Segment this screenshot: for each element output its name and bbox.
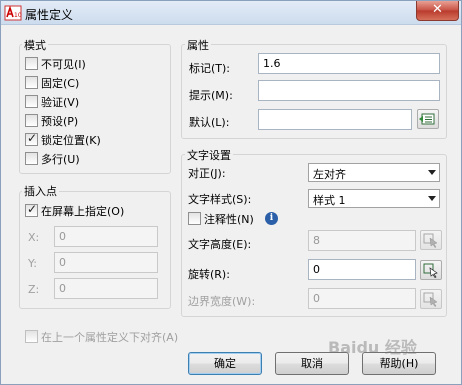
pick-cursor-icon	[423, 233, 438, 248]
specify-on-screen-option[interactable]: 在屏幕上指定(O)	[25, 202, 125, 218]
tag-field[interactable]: 1.6	[258, 53, 440, 74]
annotative-label: 注释性(N)	[204, 212, 254, 226]
annotative-checkbox[interactable]	[188, 212, 201, 225]
boundary-width-label: 边界宽度(W):	[188, 295, 256, 308]
specify-on-screen-label: 在屏幕上指定(O)	[41, 204, 125, 218]
rotation-field[interactable]: 0	[308, 259, 416, 280]
lock-position-label: 锁定位置(K)	[41, 133, 101, 147]
lock-position-option[interactable]: 锁定位置(K)	[25, 131, 101, 147]
justify-value: 左对齐	[313, 168, 346, 181]
verify-option[interactable]: 验证(V)	[25, 94, 79, 109]
z-field[interactable]: 0	[54, 278, 158, 299]
justify-chevron-down-icon	[428, 170, 436, 175]
invisible-option[interactable]: 不可见(I)	[25, 56, 86, 71]
text-height-label: 文字高度(E):	[188, 238, 252, 251]
y-label: Y:	[28, 257, 37, 270]
z-label: Z:	[28, 283, 40, 296]
lock-position-checkbox[interactable]	[25, 131, 38, 146]
svg-text:10: 10	[14, 12, 22, 19]
constant-option[interactable]: 固定(C)	[25, 75, 79, 90]
pick-height-button[interactable]	[420, 230, 442, 250]
default-field[interactable]	[258, 109, 412, 130]
text-style-label: 文字样式(S):	[188, 193, 252, 206]
specify-on-screen-checkbox[interactable]	[25, 202, 38, 217]
multiline-label: 多行(U)	[41, 152, 80, 166]
pick-boundary-button[interactable]	[420, 289, 442, 309]
watermark: Baidu 经验	[328, 338, 417, 357]
multiline-checkbox[interactable]	[25, 152, 38, 165]
multiline-option[interactable]: 多行(U)	[25, 151, 80, 166]
prompt-label: 提示(M):	[189, 89, 233, 102]
pick-cursor-icon	[423, 292, 438, 307]
boundary-width-field[interactable]: 0	[308, 288, 416, 309]
text-style-chevron-down-icon	[428, 196, 436, 201]
align-below-label: 在上一个属性定义下对齐(A)	[41, 330, 179, 344]
rotation-label: 旋转(R):	[188, 268, 230, 281]
default-label: 默认(L):	[189, 116, 230, 129]
pick-cursor-icon	[423, 263, 438, 278]
preset-label: 预设(P)	[41, 114, 79, 128]
tag-label: 标记(T):	[189, 62, 231, 75]
invisible-checkbox[interactable]	[25, 57, 38, 70]
verify-checkbox[interactable]	[25, 95, 38, 108]
annotative-option[interactable]: 注释性(N)	[188, 211, 254, 226]
attribute-group-title: 属性	[185, 37, 211, 53]
info-icon[interactable]: i	[265, 212, 278, 225]
constant-label: 固定(C)	[41, 76, 80, 90]
insertion-point-group-title: 插入点	[22, 183, 59, 199]
ok-button[interactable]: 确定	[188, 352, 262, 375]
preset-option[interactable]: 预设(P)	[25, 113, 78, 128]
close-button[interactable]: ✕	[416, 1, 459, 21]
prompt-field[interactable]	[258, 80, 440, 101]
text-style-select[interactable]: 样式 1	[308, 189, 440, 208]
mode-group-title: 模式	[22, 37, 48, 53]
x-label: X:	[28, 231, 40, 244]
window-title: 属性定义	[25, 8, 74, 22]
constant-checkbox[interactable]	[25, 76, 38, 89]
attribute-definition-dialog: 10 属性定义 ✕ 模式 不可见(I) 固定(C) 验证(V) 预设(P) 锁定…	[0, 0, 462, 385]
y-field[interactable]: 0	[54, 252, 158, 273]
text-style-value: 样式 1	[313, 194, 346, 207]
justify-label: 对正(J):	[188, 167, 226, 180]
insert-field-icon	[419, 113, 435, 125]
x-field[interactable]: 0	[54, 226, 158, 247]
align-below-checkbox[interactable]	[25, 330, 38, 343]
pick-rotation-button[interactable]	[420, 260, 442, 280]
preset-checkbox[interactable]	[25, 114, 38, 127]
title-bar[interactable]: 10 属性定义 ✕	[1, 1, 461, 25]
insert-field-button[interactable]	[417, 109, 439, 129]
text-settings-group-title: 文字设置	[185, 147, 233, 163]
verify-label: 验证(V)	[41, 95, 80, 109]
justify-select[interactable]: 左对齐	[308, 163, 440, 182]
invisible-label: 不可见(I)	[41, 57, 86, 71]
autocad-app-icon: 10	[4, 5, 22, 21]
text-height-field[interactable]: 8	[308, 230, 416, 251]
align-below-option[interactable]: 在上一个属性定义下对齐(A)	[25, 329, 178, 344]
